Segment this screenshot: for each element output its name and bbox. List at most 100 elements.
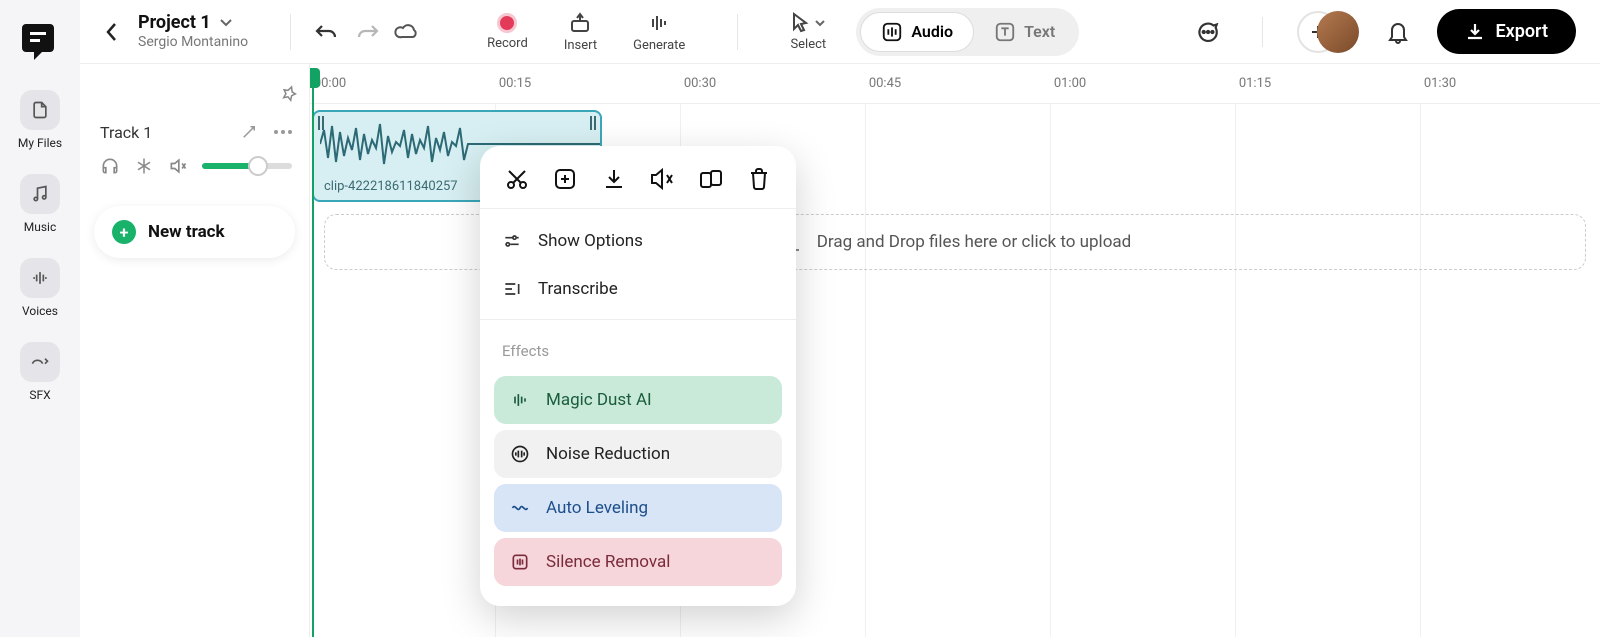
- nav-label: My Files: [18, 136, 62, 150]
- divider: [737, 14, 738, 50]
- new-track-label: New track: [148, 222, 225, 242]
- record-button[interactable]: Record: [487, 13, 528, 51]
- effect-label: Silence Removal: [546, 552, 670, 572]
- ctx-show-options-label: Show Options: [538, 231, 643, 251]
- text-mode-icon: [994, 21, 1016, 43]
- ctx-download-button[interactable]: [599, 164, 629, 194]
- nav-label: SFX: [29, 388, 50, 402]
- undo-button[interactable]: [307, 12, 347, 52]
- project-owner: Sergio Montanino: [138, 34, 248, 51]
- download-icon: [1465, 22, 1485, 42]
- volume-thumb[interactable]: [248, 156, 268, 176]
- ctx-duplicate-button[interactable]: [696, 164, 726, 194]
- pin-button[interactable]: [277, 82, 301, 106]
- top-bar: Project 1 Sergio Montanino Record Insert…: [80, 0, 1600, 64]
- leveling-icon: [510, 498, 530, 518]
- sliders-icon: [502, 231, 522, 251]
- mode-audio[interactable]: Audio: [860, 12, 974, 52]
- ctx-add-button[interactable]: [550, 164, 580, 194]
- app-logo[interactable]: [16, 18, 64, 66]
- track-name: Track 1: [100, 123, 152, 142]
- nav-label: Voices: [22, 304, 58, 318]
- timeline-ruler[interactable]: 00:00 00:15 00:30 00:45 01:00 01:15 01:3…: [310, 64, 1600, 104]
- nav-sfx[interactable]: SFX: [20, 342, 60, 402]
- insert-button[interactable]: Insert: [564, 11, 597, 53]
- ruler-tick: 00:30: [684, 76, 716, 91]
- nav-label: Music: [24, 220, 56, 234]
- sfx-icon: [20, 342, 60, 382]
- mode-audio-label: Audio: [911, 22, 953, 41]
- timeline[interactable]: 00:00 00:15 00:30 00:45 01:00 01:15 01:3…: [310, 64, 1600, 637]
- track-more-button[interactable]: [273, 122, 293, 142]
- effect-silence-removal[interactable]: Silence Removal: [494, 538, 782, 586]
- ctx-delete-button[interactable]: [744, 164, 774, 194]
- generate-button[interactable]: Generate: [633, 11, 685, 53]
- effect-label: Auto Leveling: [546, 498, 648, 518]
- chevron-down-icon: [219, 18, 233, 28]
- tracks-panel: Track 1 + New track: [80, 64, 310, 637]
- effect-label: Magic Dust AI: [546, 390, 652, 410]
- track-fx-button[interactable]: [239, 122, 259, 142]
- generate-icon: [647, 11, 671, 35]
- effect-magic-dust[interactable]: Magic Dust AI: [494, 376, 782, 424]
- select-label: Select: [790, 37, 826, 52]
- effect-label: Noise Reduction: [546, 444, 670, 464]
- music-icon: [20, 174, 60, 214]
- clip-label: clip-422218611840257: [324, 179, 458, 194]
- nav-my-files[interactable]: My Files: [18, 90, 62, 150]
- playhead[interactable]: [312, 68, 314, 637]
- audio-mode-icon: [881, 21, 903, 43]
- project-title-dropdown[interactable]: Project 1: [138, 12, 248, 34]
- clip-context-menu: Show Options Transcribe Effects Magic Du…: [480, 146, 796, 606]
- export-button[interactable]: Export: [1437, 9, 1576, 54]
- mode-text[interactable]: Text: [974, 13, 1075, 51]
- divider: [1262, 17, 1263, 47]
- files-icon: [20, 90, 60, 130]
- ruler-tick: 00:45: [869, 76, 901, 91]
- collaborators[interactable]: [1297, 11, 1359, 53]
- ctx-mute-button[interactable]: [647, 164, 677, 194]
- track-1: Track 1: [80, 112, 309, 186]
- top-right-controls: Export: [1186, 9, 1576, 54]
- voices-icon: [20, 258, 60, 298]
- generate-label: Generate: [633, 38, 685, 53]
- notifications-button[interactable]: [1377, 11, 1419, 53]
- mode-toggle: Audio Text: [856, 8, 1079, 56]
- effect-noise-reduction[interactable]: Noise Reduction: [494, 430, 782, 478]
- cursor-icon: [790, 12, 810, 34]
- freeze-button[interactable]: [134, 156, 154, 176]
- back-button[interactable]: [98, 18, 126, 46]
- effect-auto-leveling[interactable]: Auto Leveling: [494, 484, 782, 532]
- workspace: Track 1 + New track 00:00: [80, 64, 1600, 637]
- plus-icon: +: [112, 220, 136, 244]
- insert-icon: [568, 11, 592, 35]
- comments-button[interactable]: [1186, 11, 1228, 53]
- sparkle-icon: [510, 390, 530, 410]
- ctx-transcribe[interactable]: Transcribe: [480, 265, 796, 313]
- mode-text-label: Text: [1024, 22, 1055, 41]
- noise-icon: [510, 444, 530, 464]
- ctx-show-options[interactable]: Show Options: [480, 217, 796, 265]
- effects-header: Effects: [480, 328, 796, 370]
- redo-button[interactable]: [347, 12, 387, 52]
- ruler-tick: 00:15: [499, 76, 531, 91]
- export-label: Export: [1495, 21, 1548, 42]
- volume-slider[interactable]: [202, 163, 292, 169]
- ruler-tick: 01:30: [1424, 76, 1456, 91]
- mute-button[interactable]: [168, 156, 188, 176]
- record-label: Record: [487, 36, 528, 51]
- nav-voices[interactable]: Voices: [20, 258, 60, 318]
- cloud-sync-button[interactable]: [387, 12, 427, 52]
- left-rail: My Files Music Voices SFX: [0, 0, 80, 637]
- ctx-transcribe-label: Transcribe: [538, 279, 618, 299]
- user-avatar[interactable]: [1317, 11, 1359, 53]
- ruler-tick: 01:00: [1054, 76, 1086, 91]
- select-button[interactable]: Select: [790, 12, 826, 52]
- headphones-button[interactable]: [100, 156, 120, 176]
- insert-label: Insert: [564, 38, 597, 53]
- new-track-button[interactable]: + New track: [94, 206, 295, 258]
- nav-music[interactable]: Music: [20, 174, 60, 234]
- divider: [290, 14, 291, 50]
- transcribe-icon: [502, 279, 522, 299]
- ctx-cut-button[interactable]: [502, 164, 532, 194]
